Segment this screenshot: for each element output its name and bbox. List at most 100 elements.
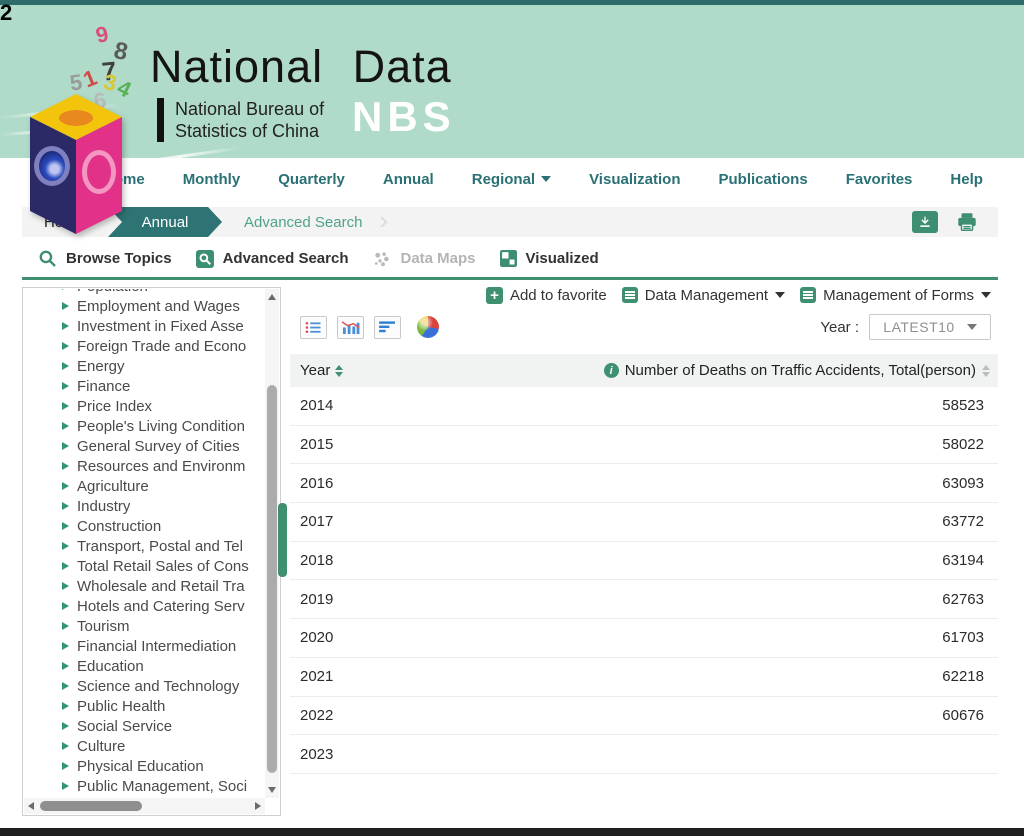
tree-item-label: Industry <box>77 498 130 515</box>
sidebar-tree-item[interactable]: Physical Education <box>24 756 265 776</box>
scroll-up-icon[interactable] <box>268 294 276 300</box>
bar-chart-icon <box>378 320 397 334</box>
sidebar-tree-item[interactable]: General Survey of Cities <box>24 436 265 456</box>
sort-icon[interactable] <box>335 365 343 377</box>
sidebar-tree-item[interactable]: Hotels and Catering Serv <box>24 596 265 616</box>
sidebar-tree-item[interactable]: Public Health <box>24 696 265 716</box>
management-of-forms-label: Management of Forms <box>823 287 974 304</box>
nav-item[interactable]: Regional <box>472 171 551 188</box>
sidebar-tree-item[interactable]: Transport, Postal and Tel <box>24 536 265 556</box>
sidebar-tree-item[interactable]: Total Retail Sales of Cons <box>24 556 265 576</box>
nav-item[interactable]: Help <box>950 171 983 188</box>
tree-item-label: Energy <box>77 358 125 375</box>
table-row[interactable]: 202061703 <box>290 619 998 658</box>
management-of-forms-menu[interactable]: Management of Forms <box>800 287 991 304</box>
browse-topics-label: Browse Topics <box>66 250 172 267</box>
browse-topics-tab[interactable]: Browse Topics <box>38 249 172 268</box>
table-row[interactable]: 201558022 <box>290 426 998 465</box>
nav-item[interactable]: Publications <box>719 171 808 188</box>
sidebar-tree-item[interactable]: Foreign Trade and Econo <box>24 336 265 356</box>
sidebar-tree-item[interactable]: Energy <box>24 356 265 376</box>
sort-icon[interactable] <box>982 365 990 377</box>
tree-item-label: Construction <box>77 518 161 535</box>
sidebar-tree-item[interactable]: Construction <box>24 516 265 536</box>
sidebar-tree-item[interactable]: Industry <box>24 496 265 516</box>
sidebar-tree-item[interactable]: Wholesale and Retail Tra <box>24 576 265 596</box>
table-row[interactable]: 2023 <box>290 735 998 774</box>
row-value: 61703 <box>942 629 984 646</box>
nav-item[interactable]: Visualization <box>589 171 680 188</box>
sidebar-tree-item[interactable]: Price Index <box>24 396 265 416</box>
year-filter-value: LATEST10 <box>883 319 954 335</box>
sidebar-tree-item[interactable]: Employment and Wages <box>24 296 265 316</box>
sidebar-tree-item[interactable]: Tourism <box>24 616 265 636</box>
sidebar-tree-item[interactable]: Public Management, Soci <box>24 776 265 796</box>
table-row[interactable]: 202162218 <box>290 658 998 697</box>
view-switcher <box>300 315 439 339</box>
tree-item-label: Employment and Wages <box>77 298 240 315</box>
scroll-left-icon[interactable] <box>28 802 34 810</box>
vertical-scrollbar[interactable] <box>265 289 279 798</box>
horizontal-scrollbar[interactable] <box>24 798 265 814</box>
data-maps-icon <box>372 250 391 268</box>
advanced-search-tab[interactable]: Advanced Search <box>196 250 349 268</box>
row-year: 2016 <box>300 475 333 492</box>
chevron-down-icon <box>541 176 551 182</box>
row-year: 2014 <box>300 397 333 414</box>
sidebar-tree-item[interactable]: Culture <box>24 736 265 756</box>
print-button[interactable] <box>954 211 980 233</box>
sidebar-tree-item[interactable]: People's Living Condition <box>24 416 265 436</box>
table-row[interactable]: 202260676 <box>290 697 998 736</box>
table-row[interactable]: 201863194 <box>290 542 998 581</box>
expand-arrow-icon <box>62 342 69 350</box>
sidebar-tree-item[interactable]: Education <box>24 656 265 676</box>
sidebar-tree-item[interactable]: Resources and Environm <box>24 456 265 476</box>
add-to-favorite-label: Add to favorite <box>510 287 607 304</box>
nav-item[interactable]: Quarterly <box>278 171 345 188</box>
table-row[interactable]: 201962763 <box>290 580 998 619</box>
row-value: 58022 <box>942 436 984 453</box>
data-maps-label: Data Maps <box>400 250 475 267</box>
data-management-menu[interactable]: Data Management <box>622 287 785 304</box>
table-header: Year i Number of Deaths on Traffic Accid… <box>290 354 998 387</box>
download-button[interactable] <box>912 211 938 233</box>
nav-item[interactable]: Favorites <box>846 171 913 188</box>
visualized-tab[interactable]: Visualized <box>500 250 599 267</box>
row-value: 62763 <box>942 591 984 608</box>
sidebar-tree-item[interactable]: Investment in Fixed Asse <box>24 316 265 336</box>
scroll-right-icon[interactable] <box>255 802 261 810</box>
data-maps-tab[interactable]: Data Maps <box>372 250 475 268</box>
column-chart-view-button[interactable] <box>337 316 364 339</box>
tree-item-label: Public Management, Soci <box>77 778 247 795</box>
sidebar-tree-item[interactable]: Population <box>24 289 265 296</box>
year-column-header[interactable]: Year <box>300 362 343 379</box>
add-to-favorite-button[interactable]: + Add to favorite <box>486 287 607 304</box>
pie-chart-view-button[interactable] <box>417 316 439 338</box>
expand-arrow-icon <box>62 562 69 570</box>
year-filter-dropdown[interactable]: LATEST10 <box>869 314 991 340</box>
table-row[interactable]: 201763772 <box>290 503 998 542</box>
logo-digit: 9 <box>93 21 110 49</box>
nav-item[interactable]: Annual <box>383 171 434 188</box>
horizontal-scroll-thumb[interactable] <box>40 801 142 811</box>
bar-chart-view-button[interactable] <box>374 316 401 339</box>
sidebar-tree-item[interactable]: Agriculture <box>24 476 265 496</box>
vertical-scroll-thumb[interactable] <box>267 385 277 773</box>
value-column-header[interactable]: i Number of Deaths on Traffic Accidents,… <box>604 362 990 379</box>
expand-arrow-icon <box>62 402 69 410</box>
info-icon[interactable]: i <box>604 363 619 378</box>
scroll-down-icon[interactable] <box>268 787 276 793</box>
expand-arrow-icon <box>62 482 69 490</box>
table-view-button[interactable] <box>300 316 327 339</box>
sidebar-tree-item[interactable]: Finance <box>24 376 265 396</box>
breadcrumb-active-tab-annual[interactable]: Annual <box>108 207 222 237</box>
data-management-label: Data Management <box>645 287 768 304</box>
sidebar-tree-item[interactable]: Financial Intermediation <box>24 636 265 656</box>
sidebar-tree-item[interactable]: Social Service <box>24 716 265 736</box>
breadcrumb-current-advanced-search[interactable]: Advanced Search <box>244 214 362 231</box>
table-row[interactable]: 201663093 <box>290 464 998 503</box>
table-row[interactable]: 201458523 <box>290 387 998 426</box>
sidebar-resize-handle[interactable] <box>278 503 287 577</box>
tree-item-label: Investment in Fixed Asse <box>77 318 244 335</box>
sidebar-tree-item[interactable]: Science and Technology <box>24 676 265 696</box>
